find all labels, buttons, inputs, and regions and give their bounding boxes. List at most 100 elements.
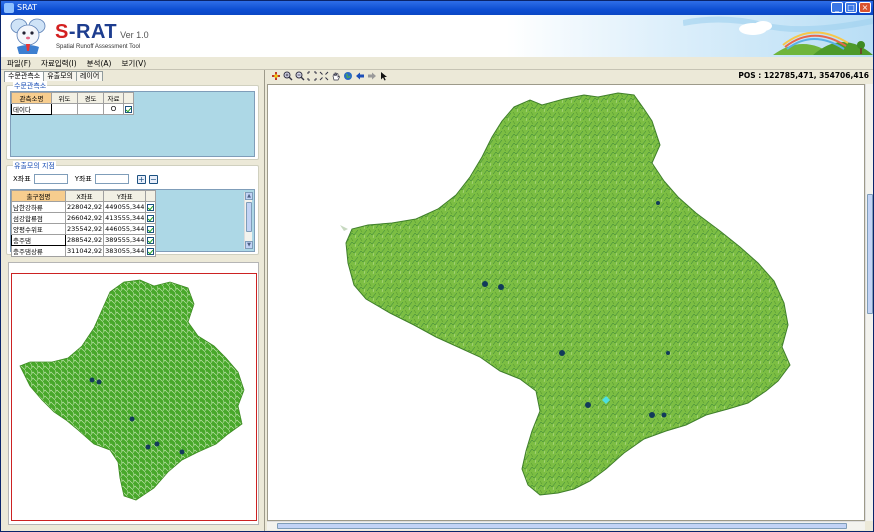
zoom-extent-icon[interactable] <box>306 71 317 82</box>
outlet-name-cell[interactable]: 섬강합류점 <box>11 212 66 224</box>
outlet-name-cell[interactable]: 충주댐상류 <box>11 245 66 257</box>
menu-data-input[interactable]: 자료입력(I) <box>41 58 77 69</box>
stations-grid: 관측소명 위도 경도 자료 데이다 O <box>10 91 255 157</box>
outlet-x-cell[interactable]: 228042,92 <box>64 201 105 213</box>
outlet-checkbox[interactable] <box>147 203 155 211</box>
lon-cell[interactable] <box>77 103 104 115</box>
main-map-view[interactable] <box>267 84 865 521</box>
outlet-x-cell[interactable]: 311042,92 <box>64 245 105 257</box>
map-hscroll-thumb[interactable] <box>277 523 847 529</box>
menu-file[interactable]: 파일(F) <box>7 58 31 69</box>
outlet-y-cell[interactable]: 413555,344 <box>103 212 147 224</box>
table-row[interactable]: 섬강합류점 266042,92 413555,344 <box>11 212 157 224</box>
outlet-x-cell[interactable]: 266042,92 <box>64 212 105 224</box>
zoom-out-icon[interactable] <box>294 71 305 82</box>
globe-icon[interactable] <box>342 71 353 82</box>
window-title: SRAT <box>17 3 38 12</box>
col-y[interactable]: Y좌표 <box>103 190 147 202</box>
outlet-checkbox[interactable] <box>147 236 155 244</box>
outlet-check-cell[interactable] <box>145 223 157 235</box>
station-name-cell[interactable]: 데이다 <box>11 103 52 115</box>
outlet-y-cell[interactable]: 446055,344 <box>103 223 147 235</box>
add-layer-icon[interactable] <box>270 71 281 82</box>
overview-extent-frame <box>11 273 257 521</box>
map-vertical-scrollbar[interactable] <box>865 84 873 521</box>
minimize-button[interactable]: _ <box>831 2 843 13</box>
lat-cell[interactable] <box>51 103 78 115</box>
y-coord-label: Y좌표 <box>74 175 92 183</box>
table-row[interactable]: 충주댐상류 311042,92 383055,344 <box>11 245 157 257</box>
y-coord-input[interactable] <box>94 174 129 184</box>
scroll-down-icon[interactable]: ▼ <box>245 241 253 249</box>
outlets-table: 출구점명 X좌표 Y좌표 남한강하류 228042,92 449055,344 … <box>11 190 157 257</box>
version-label: Ver 1.0 <box>120 30 149 40</box>
tab-runoff-simulation[interactable]: 유출모의 <box>43 71 77 81</box>
cursor-position-readout: POS : 122785,471, 354706,416 <box>738 71 869 80</box>
data-cell[interactable]: O <box>103 103 124 115</box>
table-row[interactable]: 충주댐 288542,92 389555,344 <box>11 234 157 246</box>
brand-name: S-RAT <box>55 21 118 43</box>
title-bar: SRAT _ □ × <box>1 1 873 15</box>
remove-outlet-button[interactable]: − <box>148 174 158 184</box>
outlets-group-title: 유출모의 지점 <box>13 161 56 171</box>
full-extent-icon[interactable] <box>318 71 329 82</box>
outlet-y-cell[interactable]: 383055,344 <box>103 245 147 257</box>
col-x[interactable]: X좌표 <box>64 190 105 202</box>
col-data[interactable]: 자료 <box>103 92 124 104</box>
banner-scenery <box>683 16 873 55</box>
back-arrow-icon[interactable] <box>354 71 365 82</box>
outlets-scrollbar[interactable]: ▲ ▼ <box>244 192 253 249</box>
col-lon[interactable]: 경도 <box>77 92 104 104</box>
window-controls: _ □ × <box>831 2 871 13</box>
check-cell[interactable] <box>123 103 134 115</box>
x-coord-input[interactable] <box>33 174 68 184</box>
maximize-button[interactable]: □ <box>845 2 857 13</box>
table-row[interactable]: 남한강하류 228042,92 449055,344 <box>11 201 157 213</box>
outlets-group: 유출모의 지점 X좌표 Y좌표 + − 출구점명 X좌표 Y좌표 남한강하류 2… <box>6 161 259 257</box>
outlet-name-cell[interactable]: 남한강하류 <box>11 201 66 213</box>
close-button[interactable]: × <box>859 2 871 13</box>
outlet-check-cell[interactable] <box>145 245 157 257</box>
srat-window: SRAT _ □ × S-RAT Ver 1.0 Spatial Runoff A… <box>0 0 874 532</box>
map-vscroll-thumb[interactable] <box>867 194 873 314</box>
outlet-check-cell[interactable] <box>145 212 157 224</box>
stations-table: 관측소명 위도 경도 자료 데이다 O <box>11 92 134 115</box>
map-horizontal-scrollbar[interactable] <box>267 521 865 530</box>
outlet-y-cell[interactable]: 449055,344 <box>103 201 147 213</box>
outlet-name-cell[interactable]: 양평수위표 <box>11 223 66 235</box>
outlet-checkbox[interactable] <box>147 225 155 233</box>
overview-basin <box>19 279 245 501</box>
brand-block: S-RAT Ver 1.0 Spatial Runoff Assessment T… <box>55 21 149 50</box>
station-checkbox[interactable] <box>125 105 132 113</box>
outlet-name-cell[interactable]: 충주댐 <box>11 234 66 246</box>
outlet-checkbox[interactable] <box>147 214 155 222</box>
outlet-checkbox[interactable] <box>147 247 155 255</box>
x-coord-label: X좌표 <box>13 175 31 183</box>
col-outlet-name[interactable]: 출구점명 <box>11 190 66 202</box>
table-row[interactable]: 양평수위표 235542,92 446055,344 <box>11 223 157 235</box>
col-lat[interactable]: 위도 <box>51 92 78 104</box>
scroll-up-icon[interactable]: ▲ <box>245 192 253 200</box>
map-toolbar: POS : 122785,471, 354706,416 <box>267 70 873 83</box>
menu-view[interactable]: 보기(V) <box>121 58 146 69</box>
col-check <box>123 92 134 104</box>
outlet-x-cell[interactable]: 235542,92 <box>64 223 105 235</box>
menu-analysis[interactable]: 분석(A) <box>87 58 112 69</box>
table-row[interactable]: 데이다 O <box>11 103 134 115</box>
col-outlet-check <box>145 190 157 202</box>
stations-group-title: 수문관측소 <box>13 81 48 91</box>
outlet-check-cell[interactable] <box>145 201 157 213</box>
tab-layers[interactable]: 레이어 <box>75 71 104 81</box>
zoom-in-icon[interactable] <box>282 71 293 82</box>
outlet-check-cell[interactable] <box>145 234 157 246</box>
pan-hand-icon[interactable] <box>330 71 341 82</box>
outlet-y-cell[interactable]: 389555,344 <box>103 234 147 246</box>
outlet-x-cell[interactable]: 288542,92 <box>64 234 105 246</box>
overview-map[interactable] <box>8 262 259 525</box>
left-panel: 수문관측소 유출모의 레이어 수문관측소 관측소명 위도 경도 자료 데이다 O… <box>1 70 265 531</box>
add-outlet-button[interactable]: + <box>136 174 146 184</box>
scroll-thumb[interactable] <box>246 202 252 232</box>
col-station-name[interactable]: 관측소명 <box>11 92 52 104</box>
forward-arrow-icon[interactable] <box>366 71 377 82</box>
select-pointer-icon[interactable] <box>378 71 389 82</box>
